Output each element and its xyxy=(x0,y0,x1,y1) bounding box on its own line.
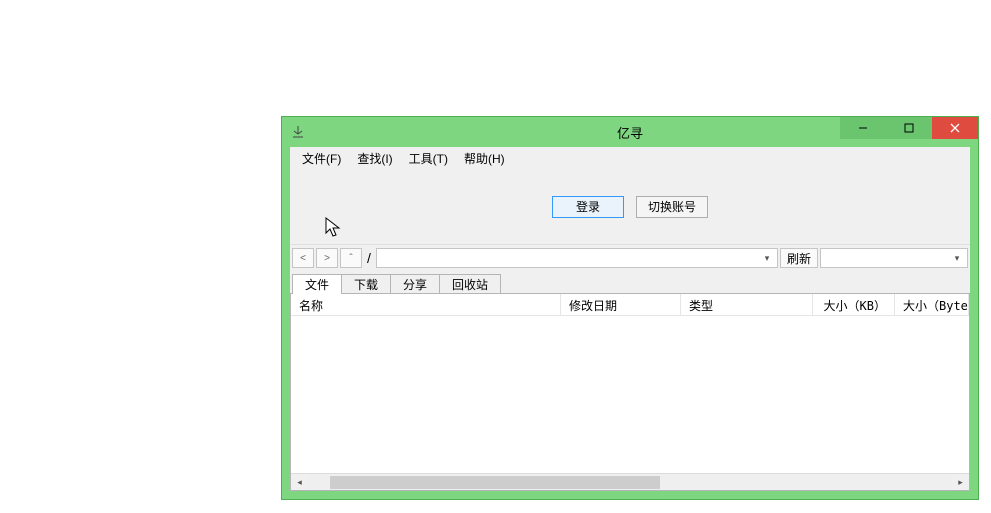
filter-combobox[interactable]: ▾ xyxy=(820,248,968,268)
tab-files[interactable]: 文件 xyxy=(292,274,342,294)
tabstrip: 文件 下载 分享 回收站 xyxy=(290,271,970,293)
titlebar[interactable]: 亿寻 xyxy=(282,117,978,147)
chevron-down-icon: ▾ xyxy=(949,249,965,267)
tab-recycle[interactable]: 回收站 xyxy=(439,274,501,294)
horizontal-scrollbar[interactable]: ◂ ▸ xyxy=(291,473,969,490)
nav-separator: / xyxy=(364,250,374,266)
column-type[interactable]: 类型 xyxy=(681,294,813,315)
tab-share[interactable]: 分享 xyxy=(390,274,440,294)
nav-up-button[interactable]: ˆ xyxy=(340,248,362,268)
scroll-left-icon[interactable]: ◂ xyxy=(291,474,308,491)
nav-back-button[interactable]: < xyxy=(292,248,314,268)
app-window: 亿寻 文件(F) 查找(I) 工具(T) 帮助(H) 登录 切换账号 < > xyxy=(281,116,979,500)
refresh-button[interactable]: 刷新 xyxy=(780,248,818,268)
menu-help[interactable]: 帮助(H) xyxy=(456,148,513,169)
file-listview[interactable]: 名称 修改日期 类型 大小（KB） 大小（Byte） ◂ ▸ xyxy=(290,293,970,491)
menu-tools[interactable]: 工具(T) xyxy=(401,148,456,169)
nav-forward-button[interactable]: > xyxy=(316,248,338,268)
login-button[interactable]: 登录 xyxy=(552,196,624,218)
chevron-down-icon: ▾ xyxy=(759,249,775,267)
switch-account-button[interactable]: 切换账号 xyxy=(636,196,708,218)
column-name[interactable]: 名称 xyxy=(291,294,561,315)
scroll-right-icon[interactable]: ▸ xyxy=(952,474,969,491)
path-combobox[interactable]: ▾ xyxy=(376,248,778,268)
minimize-button[interactable] xyxy=(840,117,886,139)
tab-download[interactable]: 下载 xyxy=(341,274,391,294)
menubar: 文件(F) 查找(I) 工具(T) 帮助(H) xyxy=(290,147,970,169)
toolbar: 登录 切换账号 xyxy=(290,169,970,245)
app-icon xyxy=(290,124,306,140)
column-size-kb[interactable]: 大小（KB） xyxy=(813,294,895,315)
client-area: 文件(F) 查找(I) 工具(T) 帮助(H) 登录 切换账号 < > ˆ / … xyxy=(290,147,970,491)
scroll-thumb[interactable] xyxy=(330,476,660,489)
menu-file[interactable]: 文件(F) xyxy=(294,148,349,169)
column-headers: 名称 修改日期 类型 大小（KB） 大小（Byte） xyxy=(291,294,969,316)
column-size-byte[interactable]: 大小（Byte） xyxy=(895,294,969,315)
column-modified[interactable]: 修改日期 xyxy=(561,294,681,315)
close-button[interactable] xyxy=(932,117,978,139)
window-controls xyxy=(840,117,978,139)
maximize-button[interactable] xyxy=(886,117,932,139)
list-body[interactable] xyxy=(291,316,969,473)
navbar: < > ˆ / ▾ 刷新 ▾ xyxy=(290,245,970,271)
menu-find[interactable]: 查找(I) xyxy=(349,148,400,169)
scroll-track[interactable] xyxy=(308,474,952,491)
